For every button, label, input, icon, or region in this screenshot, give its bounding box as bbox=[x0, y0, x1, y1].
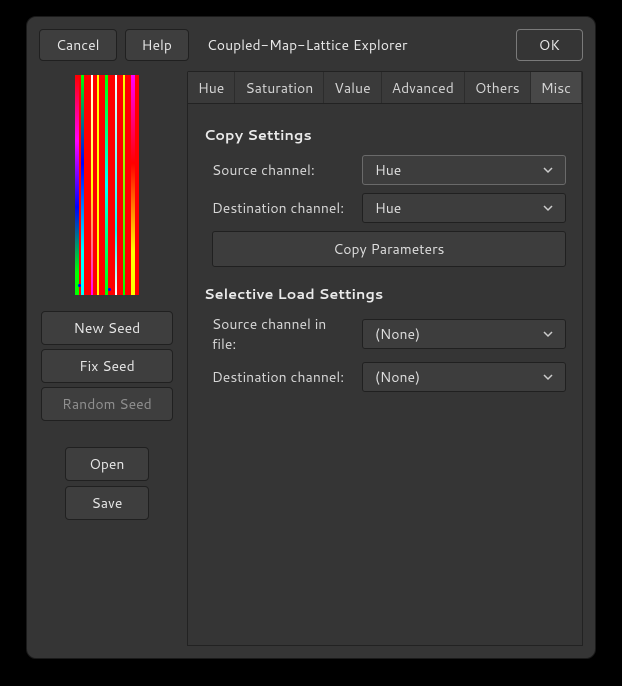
left-panel: New Seed Fix Seed Random Seed Open Save bbox=[39, 71, 175, 646]
load-source-dropdown[interactable]: (None) bbox=[362, 319, 566, 349]
copy-settings-heading: Copy Settings bbox=[204, 124, 566, 145]
tab-advanced[interactable]: Advanced bbox=[382, 72, 465, 103]
file-buttons: Open Save bbox=[65, 447, 149, 520]
preview-image bbox=[75, 75, 139, 295]
dialog-title: Coupled-Map-Lattice Explorer bbox=[207, 35, 408, 55]
copy-source-value: Hue bbox=[375, 160, 402, 180]
load-source-label: Source channel in file: bbox=[212, 314, 352, 354]
tab-saturation[interactable]: Saturation bbox=[235, 72, 324, 103]
chevron-down-icon bbox=[543, 372, 553, 382]
tab-value[interactable]: Value bbox=[324, 72, 381, 103]
load-dest-dropdown[interactable]: (None) bbox=[362, 362, 566, 392]
ok-button[interactable]: OK bbox=[516, 29, 583, 61]
chevron-down-icon bbox=[543, 203, 553, 213]
chevron-down-icon bbox=[543, 165, 553, 175]
load-dest-row: Destination channel: (None) bbox=[204, 362, 566, 392]
copy-dest-label: Destination channel: bbox=[212, 198, 352, 218]
tab-bar: Hue Saturation Value Advanced Others Mis… bbox=[187, 71, 583, 103]
copy-source-row: Source channel: Hue bbox=[204, 155, 566, 185]
copy-parameters-button[interactable]: Copy Parameters bbox=[212, 231, 566, 267]
load-dest-label: Destination channel: bbox=[212, 367, 352, 387]
load-source-value: (None) bbox=[375, 324, 420, 344]
load-dest-value: (None) bbox=[375, 367, 420, 387]
copy-source-label: Source channel: bbox=[212, 160, 352, 180]
open-button[interactable]: Open bbox=[65, 447, 149, 481]
help-button[interactable]: Help bbox=[125, 29, 189, 61]
seed-buttons: New Seed Fix Seed Random Seed bbox=[41, 311, 173, 421]
dialog-content: New Seed Fix Seed Random Seed Open Save … bbox=[27, 71, 595, 658]
copy-dest-value: Hue bbox=[375, 198, 402, 218]
chevron-down-icon bbox=[543, 329, 553, 339]
cancel-button[interactable]: Cancel bbox=[39, 29, 117, 61]
fix-seed-button[interactable]: Fix Seed bbox=[41, 349, 173, 383]
right-panel: Hue Saturation Value Advanced Others Mis… bbox=[187, 71, 583, 646]
copy-dest-row: Destination channel: Hue bbox=[204, 193, 566, 223]
copy-source-dropdown[interactable]: Hue bbox=[362, 155, 566, 185]
new-seed-button[interactable]: New Seed bbox=[41, 311, 173, 345]
tab-others[interactable]: Others bbox=[465, 72, 531, 103]
tab-panel-misc: Copy Settings Source channel: Hue Destin… bbox=[187, 103, 583, 646]
copy-dest-dropdown[interactable]: Hue bbox=[362, 193, 566, 223]
dialog: Cancel Help Coupled-Map-Lattice Explorer… bbox=[26, 16, 596, 659]
selective-load-heading: Selective Load Settings bbox=[204, 283, 566, 304]
dialog-header: Cancel Help Coupled-Map-Lattice Explorer… bbox=[27, 17, 595, 71]
tab-hue[interactable]: Hue bbox=[188, 72, 236, 103]
load-source-row: Source channel in file: (None) bbox=[204, 314, 566, 354]
tab-misc[interactable]: Misc bbox=[531, 72, 582, 103]
random-seed-button[interactable]: Random Seed bbox=[41, 387, 173, 421]
save-button[interactable]: Save bbox=[65, 486, 149, 520]
